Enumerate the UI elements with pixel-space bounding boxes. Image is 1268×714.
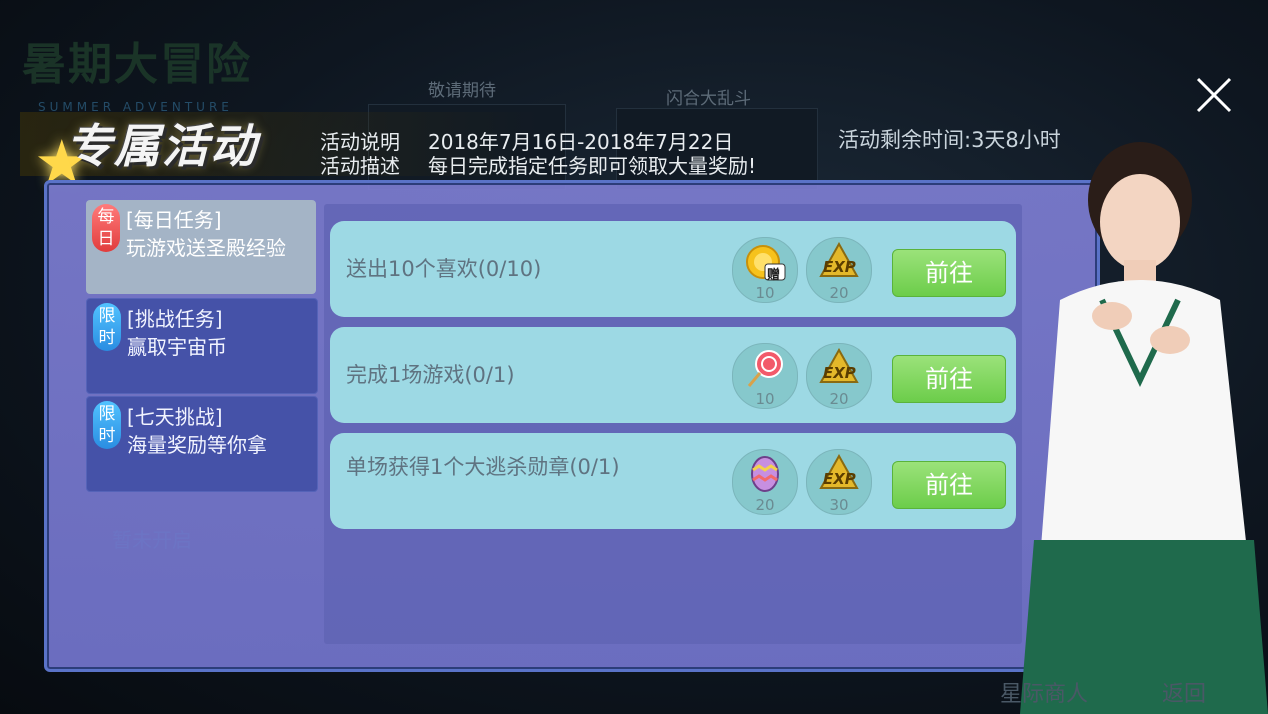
info-label-detail: 活动描述 xyxy=(320,154,400,178)
badge-limited: 限时 xyxy=(93,303,121,351)
go-button[interactable]: 前往 xyxy=(892,461,1006,509)
reward-lollipop: 10 xyxy=(732,343,798,409)
lollipop-icon xyxy=(733,348,797,388)
background-label-coming-soon: 敬请期待 xyxy=(428,81,496,101)
sidebar-item-desc: 玩游戏送圣殿经验 xyxy=(126,236,286,260)
reward-badge: EXP xyxy=(823,258,856,276)
badge-limited: 限时 xyxy=(93,401,121,449)
reward-badge: EXP xyxy=(823,364,856,382)
reward-exp: EXP 20 xyxy=(806,343,872,409)
character-illustration xyxy=(1020,142,1268,714)
reward-count: 20 xyxy=(755,496,775,514)
sidebar-item-tag: [挑战任务] xyxy=(127,307,223,331)
merchant-button[interactable]: 星际商人 xyxy=(1000,676,1088,708)
close-icon xyxy=(1196,77,1232,113)
go-button[interactable]: 前往 xyxy=(892,355,1006,403)
reward-count: 20 xyxy=(829,284,849,302)
page-title: 专属活动 xyxy=(66,119,258,173)
reward-badge: EXP xyxy=(823,470,856,488)
reward-exp: EXP 30 xyxy=(806,449,872,515)
task-row: 送出10个喜欢(0/10) 赠 10 EXP 20 前往 xyxy=(330,221,1016,317)
sidebar-item-desc: 海量奖励等你拿 xyxy=(127,433,267,457)
sidebar-item-tag: [每日任务] xyxy=(126,208,222,232)
reward-badge: 赠 xyxy=(767,268,781,283)
badge-daily: 每日 xyxy=(92,204,120,252)
reward-count: 10 xyxy=(755,390,775,408)
background-label-brawl: 闪合大乱斗 xyxy=(666,89,751,109)
reward-count: 10 xyxy=(755,284,775,302)
task-row: 单场获得1个大逃杀勋章(0/1) 20 EXP 30 前往 xyxy=(330,433,1016,529)
reward-exp: EXP 20 xyxy=(806,237,872,303)
reward-gift-coin: 赠 10 xyxy=(732,237,798,303)
sidebar-item-tag: [七天挑战] xyxy=(127,405,223,429)
go-button[interactable]: 前往 xyxy=(892,249,1006,297)
task-text: 完成1场游戏(0/1) xyxy=(346,363,515,387)
faded-placeholder-text: 暂未开启 xyxy=(112,528,192,552)
task-text: 单场获得1个大逃杀勋章(0/1) xyxy=(346,455,620,479)
sidebar-item-daily-task[interactable]: 每日 [每日任务] 玩游戏送圣殿经验 xyxy=(86,200,316,294)
sidebar-item-seven-day-challenge[interactable]: 限时 [七天挑战] 海量奖励等你拿 xyxy=(86,396,318,492)
task-text: 送出10个喜欢(0/10) xyxy=(346,257,542,281)
back-button[interactable]: 返回 xyxy=(1162,676,1206,708)
egg-icon xyxy=(733,454,797,494)
sidebar-item-challenge-task[interactable]: 限时 [挑战任务] 赢取宇宙币 xyxy=(86,298,318,394)
reward-egg: 20 xyxy=(732,449,798,515)
reward-count: 20 xyxy=(829,390,849,408)
task-row: 完成1场游戏(0/1) 10 EXP 20 前往 xyxy=(330,327,1016,423)
sidebar-item-desc: 赢取宇宙币 xyxy=(127,335,227,359)
info-value-detail: 每日完成指定任务即可领取大量奖励! xyxy=(428,154,757,178)
background-title: 暑期大冒险 xyxy=(22,39,252,90)
gift-coin-icon xyxy=(733,242,797,282)
close-button[interactable] xyxy=(1193,74,1235,116)
reward-count: 30 xyxy=(829,496,849,514)
